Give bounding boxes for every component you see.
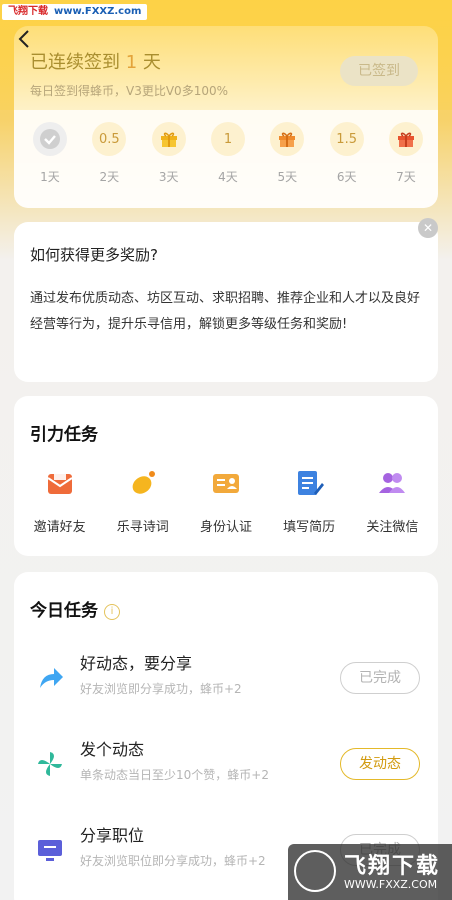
watermark-top: 飞翔下载 www.FXXZ.com — [2, 4, 148, 20]
check-icon — [33, 122, 67, 156]
watermark-url: www.FXXZ.com — [54, 6, 142, 17]
day-reward: 0.5 — [92, 122, 127, 156]
task-desc: 好友浏览职位即分享成功，蜂币+2 — [80, 854, 266, 868]
users-icon — [379, 473, 406, 493]
gravity-item-label: 邀请好友 — [33, 520, 86, 535]
signin-title-prefix: 已连续签到 — [30, 52, 120, 73]
task-desc: 好友浏览即分享成功，蜂币+2 — [80, 682, 242, 696]
signed-in-button[interactable]: 已签到 — [340, 56, 418, 86]
gift-icon — [270, 122, 305, 156]
day-item: 0.5 2天 — [89, 122, 129, 185]
info-icon[interactable]: i — [104, 604, 120, 620]
gravity-item-poems[interactable]: 乐寻诗词 — [103, 468, 183, 535]
resume-edit-icon — [298, 471, 325, 495]
task-name: 发个动态 — [80, 740, 145, 759]
rewards-text: 通过发布优质动态、坊区互动、求职招聘、推荐企业和人才以及良好经营等行为，提升乐寻… — [30, 291, 421, 332]
day-item: 1.5 6天 — [327, 122, 367, 185]
task-name: 好动态，要分享 — [80, 654, 193, 673]
gravity-item-label: 身份认证 — [199, 520, 252, 535]
gravity-tasks-card: 引力任务 邀请好友 乐寻诗词 身份认证 填写简历 关注微信 — [14, 396, 438, 556]
day-reward: 1 — [210, 122, 245, 156]
gravity-item-wechat[interactable]: 关注微信 — [352, 468, 432, 535]
today-title: 今日任务 i — [30, 596, 120, 621]
day-label: 2天 — [99, 170, 120, 184]
gravity-title: 引力任务 — [30, 425, 98, 445]
post-dynamic-button[interactable]: 发动态 — [340, 748, 420, 780]
day-item: 1 4天 — [208, 122, 248, 185]
gravity-item-label: 乐寻诗词 — [116, 520, 169, 535]
back-arrow-icon[interactable] — [14, 28, 36, 50]
share-arrow-icon — [40, 668, 63, 688]
close-icon[interactable]: ✕ — [418, 218, 438, 238]
day-label: 6天 — [336, 170, 357, 184]
watermark-bottom: 飞翔下载 WWW.FXXZ.COM — [288, 844, 452, 900]
rewards-title: 如何获得更多奖励? — [30, 246, 158, 264]
lemon-icon — [132, 471, 155, 494]
gravity-item-invite[interactable]: 邀请好友 — [20, 468, 100, 535]
gravity-item-identity[interactable]: 身份认证 — [186, 468, 266, 535]
id-card-icon — [212, 474, 239, 493]
task-name: 分享职位 — [80, 826, 145, 845]
day-label: 7天 — [396, 170, 416, 184]
signin-title-suffix: 天 — [142, 52, 161, 73]
day-label: 3天 — [158, 170, 179, 184]
monitor-icon — [38, 840, 62, 861]
pinwheel-icon — [38, 752, 62, 776]
day-item: 7天 — [386, 122, 426, 185]
signin-title: 已连续签到 1 天 — [30, 48, 161, 74]
day-item: 3天 — [149, 122, 189, 185]
gift-icon — [388, 122, 423, 156]
watermark-url-bottom: WWW.FXXZ.COM — [344, 878, 438, 891]
gravity-item-label: 填写简历 — [283, 520, 336, 535]
signin-card: 已连续签到 1 天 每日签到得蜂币，V3更比V0多100% 已签到 1天 0.5… — [14, 26, 438, 208]
day-item: 1天 — [30, 122, 70, 185]
today-title-text: 今日任务 — [30, 601, 98, 621]
watermark-site: 飞翔下载 — [8, 6, 48, 17]
rewards-info-card: ✕ 如何获得更多奖励? 通过发布优质动态、坊区互动、求职招聘、推荐企业和人才以及… — [14, 218, 438, 382]
task-row: 发个动态 单条动态当日至少10个赞，蜂币+2 发动态 — [14, 732, 438, 802]
gift-icon — [151, 122, 186, 156]
day-label: 5天 — [277, 170, 298, 184]
task-done-button[interactable]: 已完成 — [340, 662, 420, 694]
signin-days: 1天 0.5 2天 3天 1 4天 5天 1.5 6天 7天 — [30, 122, 426, 185]
signin-streak: 1 — [125, 52, 138, 73]
watermark-logo-icon — [294, 850, 336, 892]
task-row: 好动态，要分享 好友浏览即分享成功，蜂币+2 已完成 — [14, 646, 438, 716]
gravity-item-label: 关注微信 — [366, 520, 419, 535]
invite-mail-icon — [47, 472, 73, 494]
signin-subtitle: 每日签到得蜂币，V3更比V0多100% — [30, 84, 228, 98]
day-label: 1天 — [40, 170, 60, 184]
day-label: 4天 — [218, 170, 238, 184]
gravity-task-list: 邀请好友 乐寻诗词 身份认证 填写简历 关注微信 — [14, 468, 438, 535]
day-item: 5天 — [267, 122, 307, 185]
watermark-brand: 飞翔下载 — [344, 854, 441, 879]
task-desc: 单条动态当日至少10个赞，蜂币+2 — [80, 768, 269, 782]
gravity-item-resume[interactable]: 填写简历 — [269, 468, 349, 535]
day-reward: 1.5 — [329, 122, 364, 156]
